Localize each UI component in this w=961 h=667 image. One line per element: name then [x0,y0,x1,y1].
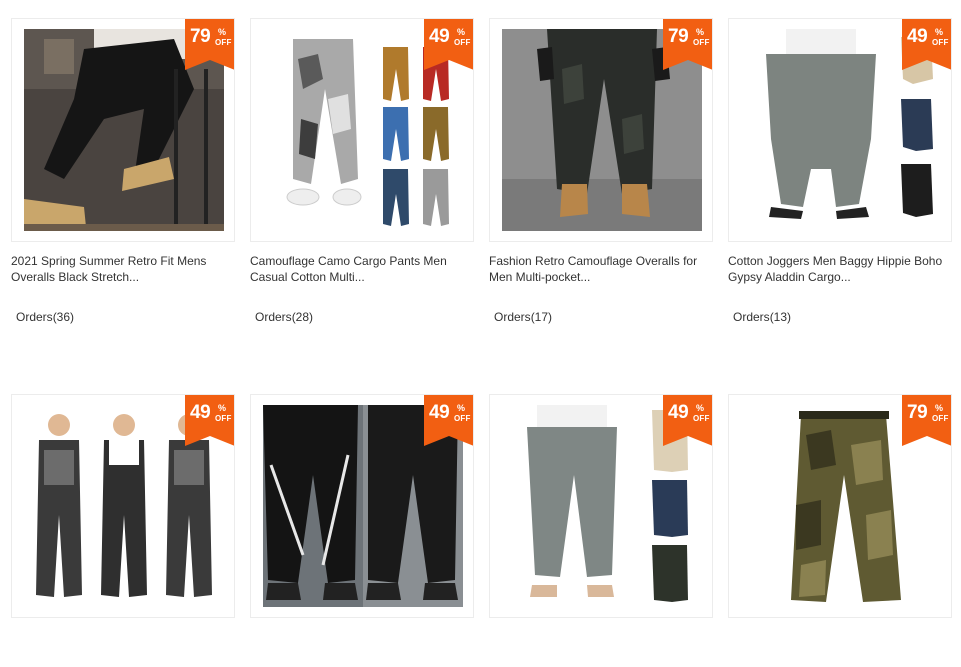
discount-percent: % [457,27,466,37]
product-image[interactable]: 49 % OFF [728,18,952,242]
orders-label: Orders [494,310,531,324]
discount-off: OFF [215,414,232,423]
discount-value: 49 [429,26,450,47]
discount-value: 49 [907,26,928,47]
discount-value: 49 [429,402,450,423]
discount-percent: % [935,403,944,413]
discount-percent: % [935,27,944,37]
orders-label: Orders [16,310,53,324]
orders-count: Orders(13) [733,309,791,325]
orders-count: Orders(36) [16,309,74,325]
product-title[interactable]: Camouflage Camo Cargo Pants Men Casual C… [250,253,480,285]
discount-off: OFF [454,38,471,47]
discount-off: OFF [932,38,949,47]
product-title[interactable]: Fashion Retro Camouflage Overalls for Me… [489,253,719,285]
discount-badge: 49 % OFF [902,19,951,70]
discount-percent: % [696,403,705,413]
discount-value: 49 [190,402,211,423]
discount-percent: % [218,403,227,413]
product-image[interactable]: 49 % OFF [489,394,713,618]
orders-number: (17) [530,310,553,324]
product-image[interactable]: 79 % OFF [728,394,952,618]
product-image[interactable]: 49 % OFF [250,18,474,242]
discount-value: 49 [668,402,689,423]
product-image[interactable]: 79 % OFF [11,18,235,242]
discount-badge: 79 % OFF [185,19,234,70]
product-image[interactable]: 49 % OFF [11,394,235,618]
product-title[interactable]: Cotton Joggers Men Baggy Hippie Boho Gyp… [728,253,958,285]
discount-off: OFF [693,414,710,423]
discount-badge: 49 % OFF [185,395,234,446]
discount-value: 79 [907,402,928,423]
discount-percent: % [696,27,705,37]
discount-value: 79 [668,26,689,47]
discount-value: 79 [190,26,211,47]
discount-badge: 49 % OFF [424,19,473,70]
orders-number: (28) [291,310,314,324]
orders-count: Orders(28) [255,309,313,325]
product-image[interactable]: 79 % OFF [489,18,713,242]
discount-badge: 79 % OFF [663,19,712,70]
product-image[interactable]: 49 % OFF [250,394,474,618]
orders-number: (36) [52,310,75,324]
orders-count: Orders(17) [494,309,552,325]
discount-off: OFF [693,38,710,47]
discount-off: OFF [454,414,471,423]
discount-percent: % [218,27,227,37]
orders-label: Orders [255,310,292,324]
product-title[interactable]: 2021 Spring Summer Retro Fit Mens Overal… [11,253,241,285]
orders-number: (13) [769,310,792,324]
discount-off: OFF [932,414,949,423]
orders-label: Orders [733,310,770,324]
discount-badge: 49 % OFF [424,395,473,446]
discount-badge: 79 % OFF [902,395,951,446]
discount-percent: % [457,403,466,413]
discount-off: OFF [215,38,232,47]
discount-badge: 49 % OFF [663,395,712,446]
product-grid: 79 % OFF 2021 Spring Summer Retro Fit Me… [0,0,961,667]
